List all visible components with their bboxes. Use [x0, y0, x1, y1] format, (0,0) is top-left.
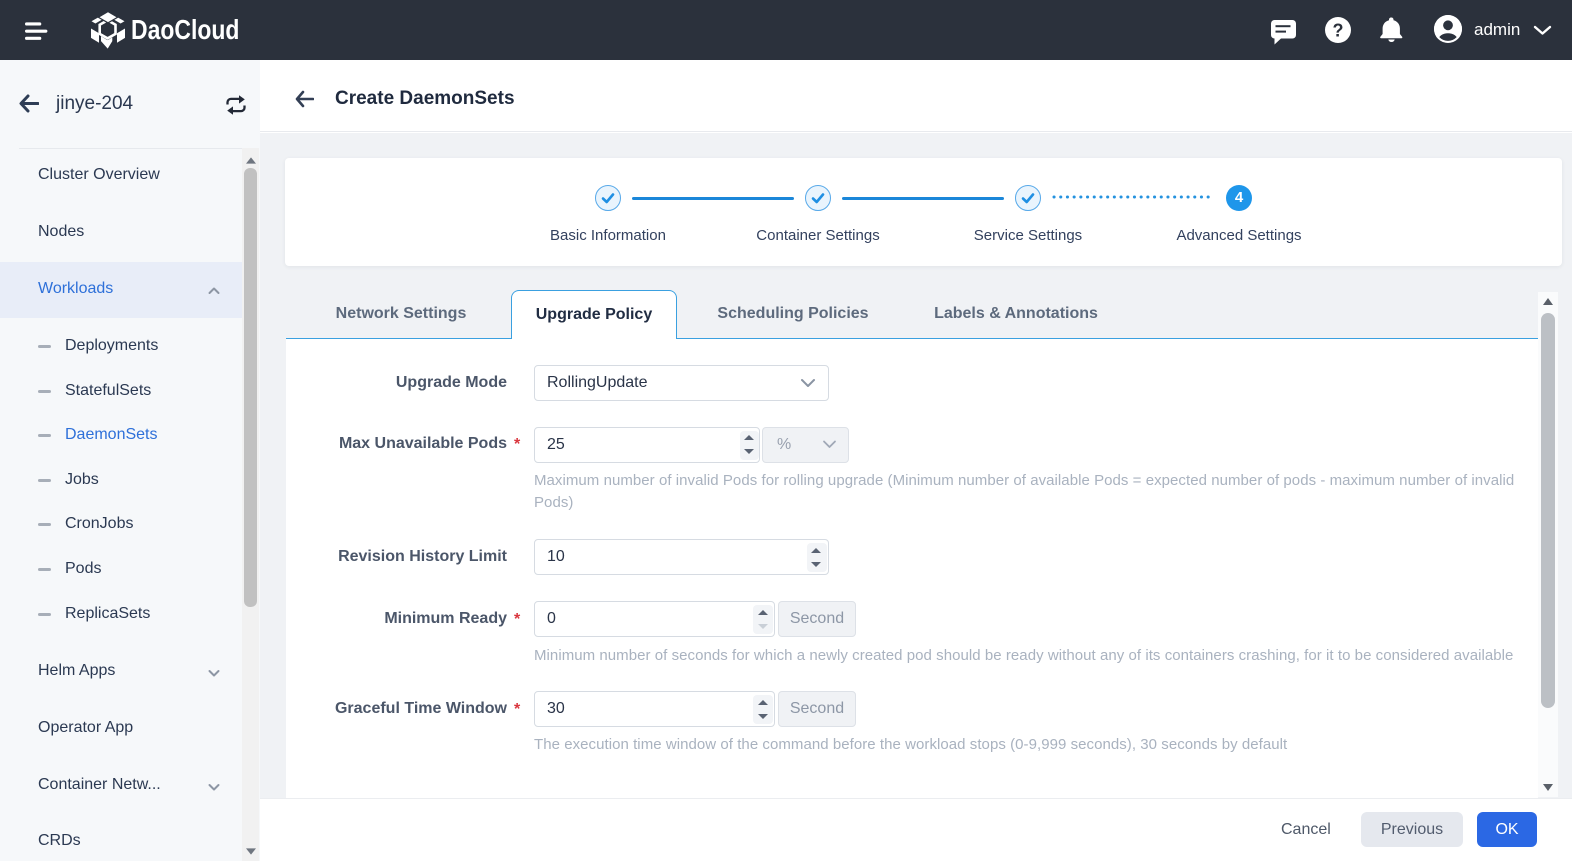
svg-text:?: ? — [1333, 21, 1344, 41]
